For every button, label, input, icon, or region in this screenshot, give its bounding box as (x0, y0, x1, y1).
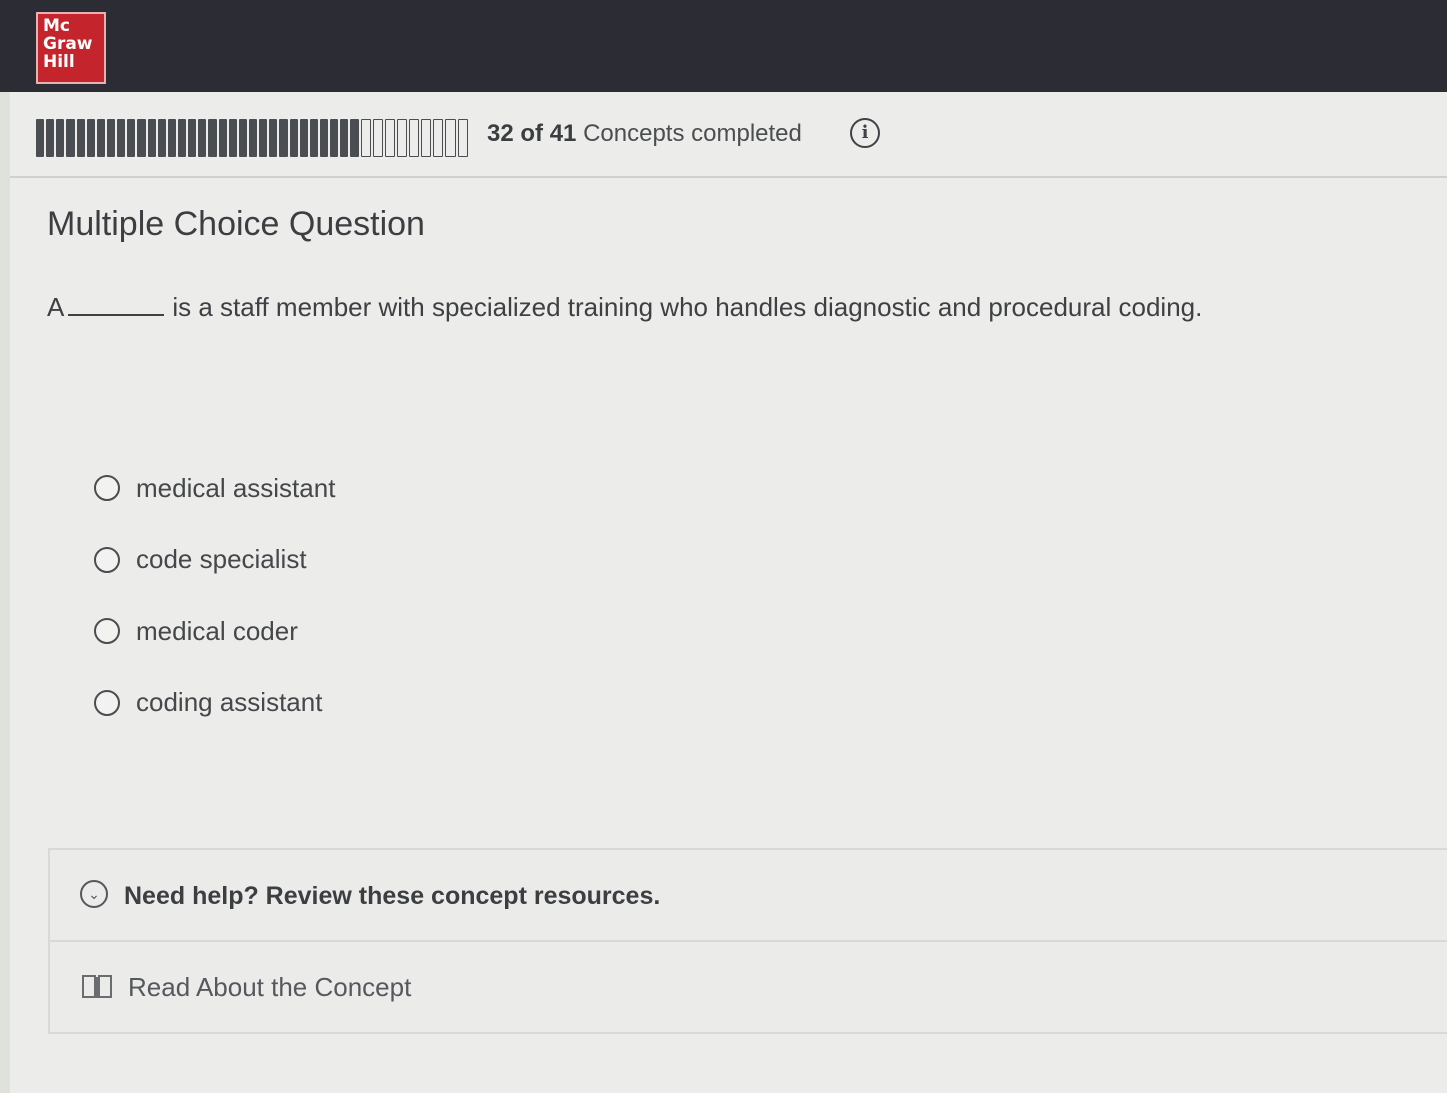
progress-tick-incomplete (457, 119, 468, 157)
progress-tick-complete (117, 119, 126, 157)
read-about-concept-text[interactable]: Read About the Concept (128, 972, 411, 1003)
progress-tick-complete (259, 119, 268, 157)
progress-tick-complete (238, 119, 247, 157)
progress-tick-complete (36, 119, 45, 157)
help-toggle[interactable]: ⌄ Need help? Review these concept resour… (50, 850, 1447, 942)
progress-tick-complete (157, 119, 166, 157)
progress-tick-complete (319, 119, 329, 157)
radio-button[interactable] (94, 689, 120, 716)
progress-tick-complete (218, 119, 227, 157)
progress-of: of (520, 120, 544, 147)
help-panel: ⌄ Need help? Review these concept resour… (48, 848, 1447, 1034)
mcgraw-hill-logo: Mc Graw Hill (36, 12, 106, 84)
progress-tick-complete (269, 119, 278, 157)
read-about-concept-link[interactable]: Read About the Concept (50, 942, 1447, 1034)
option-code-specialist[interactable]: code specialist (94, 542, 335, 578)
radio-button[interactable] (94, 546, 120, 573)
progress-tick-complete (279, 119, 288, 157)
concept-progress-bar (36, 119, 468, 157)
progress-tick-incomplete (409, 119, 420, 157)
progress-section: 32 of 41 Concepts completed i (10, 92, 1447, 178)
radio-button[interactable] (94, 618, 120, 644)
progress-label: Concepts completed (583, 120, 802, 147)
question-title: Multiple Choice Question (47, 205, 425, 243)
progress-tick-complete (289, 119, 298, 157)
option-label: code specialist (136, 544, 307, 574)
top-bar: Mc Graw Hill (0, 0, 1447, 92)
option-coding-assistant[interactable]: coding assistant (94, 685, 335, 721)
progress-tick-incomplete (433, 119, 444, 157)
progress-tick-incomplete (384, 119, 395, 157)
book-icon (82, 975, 112, 998)
help-header-text[interactable]: Need help? Review these concept resource… (124, 882, 660, 911)
logo-line-1: Mc (43, 16, 70, 36)
progress-tick-complete (96, 119, 105, 157)
progress-tick-complete (340, 119, 349, 157)
progress-tick-incomplete (372, 119, 383, 157)
progress-tick-complete (208, 119, 217, 157)
progress-tick-complete (137, 119, 146, 157)
option-medical-coder[interactable]: medical coder (94, 613, 335, 649)
progress-tick-complete (350, 119, 359, 157)
radio-button[interactable] (94, 475, 120, 501)
prompt-prefix: A (47, 292, 65, 322)
progress-tick-complete (46, 119, 55, 157)
option-label: medical assistant (136, 472, 336, 503)
logo-line-3: Hill (43, 52, 75, 72)
option-medical-assistant[interactable]: medical assistant (94, 470, 335, 506)
progress-tick-incomplete (396, 119, 408, 157)
chevron-down-icon[interactable]: ⌄ (80, 880, 108, 908)
progress-tick-complete (188, 119, 197, 157)
prompt-suffix: is a staff member with specialized train… (172, 292, 1203, 322)
progress-tick-complete (106, 119, 116, 157)
question-prompt: Ais a staff member with specialized trai… (47, 292, 1202, 323)
progress-completed: 32 (487, 120, 514, 147)
progress-tick-complete (167, 119, 176, 157)
progress-tick-complete (330, 119, 339, 157)
progress-tick-complete (66, 119, 75, 157)
progress-tick-complete (86, 119, 95, 157)
progress-tick-complete (177, 119, 187, 157)
info-icon[interactable]: i (850, 118, 880, 148)
option-label: medical coder (136, 615, 298, 646)
progress-tick-complete (56, 119, 65, 157)
left-edge-strip (0, 92, 10, 1093)
progress-tick-incomplete (445, 119, 456, 157)
answer-options: medical assistant code specialist medica… (94, 470, 335, 756)
progress-tick-incomplete (421, 119, 432, 157)
answer-blank (68, 294, 165, 316)
progress-tick-complete (248, 119, 258, 157)
progress-tick-complete (76, 119, 85, 157)
progress-tick-complete (147, 119, 156, 157)
progress-tick-complete (309, 119, 318, 157)
progress-tick-complete (228, 119, 237, 157)
logo-line-2: Graw (43, 34, 93, 54)
option-label: coding assistant (136, 687, 323, 717)
progress-tick-complete (198, 119, 207, 157)
progress-tick-complete (127, 119, 136, 157)
progress-tick-complete (299, 119, 308, 157)
progress-total: 41 (549, 120, 577, 147)
progress-text: 32 of 41 Concepts completed (487, 120, 802, 148)
progress-tick-incomplete (360, 119, 371, 157)
